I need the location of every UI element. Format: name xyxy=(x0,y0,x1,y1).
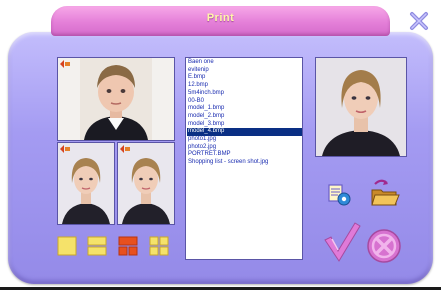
file-list-item[interactable]: photo2.jpg xyxy=(187,144,302,152)
printer-settings-button[interactable] xyxy=(326,181,352,207)
layout-single-button[interactable] xyxy=(57,236,77,256)
layout-four-button[interactable] xyxy=(149,236,169,256)
cancel-circle-icon xyxy=(367,229,401,263)
file-list-item[interactable]: Shopping list - screen shot.jpg xyxy=(187,159,302,167)
layout-four-icon xyxy=(149,236,169,256)
layout-three-icon xyxy=(118,236,138,256)
ok-button[interactable] xyxy=(322,220,362,262)
file-list[interactable]: Baen one evitenip E.bmp 12.bmp 5m4inch.b… xyxy=(185,57,303,260)
window-title: Print xyxy=(206,12,235,24)
print-preview-small-right[interactable] xyxy=(117,142,175,225)
file-list-item[interactable]: 00-B0 xyxy=(187,98,302,106)
woman-portrait-photo xyxy=(316,58,406,156)
woman-portrait-photo xyxy=(58,143,114,224)
file-list-item[interactable]: model_2.bmp xyxy=(187,113,302,121)
layout-single-icon xyxy=(57,236,77,256)
print-preview-small-left[interactable] xyxy=(57,142,115,225)
file-list-item[interactable]: 5m4inch.bmp xyxy=(187,90,302,98)
checkmark-icon xyxy=(324,222,361,262)
file-list-item[interactable]: Baen one xyxy=(187,59,302,67)
layout-two-rows-icon xyxy=(87,236,107,256)
print-preview-main[interactable] xyxy=(57,57,175,141)
file-list-item[interactable]: E.bmp xyxy=(187,74,302,82)
file-list-item[interactable]: model_1.bmp xyxy=(187,105,302,113)
layout-two-rows-button[interactable] xyxy=(87,236,107,256)
title-bar: Print xyxy=(51,6,428,36)
selected-file-preview xyxy=(315,57,407,157)
close-icon xyxy=(410,12,428,30)
cancel-button[interactable] xyxy=(366,228,402,264)
printer-mark-icon xyxy=(60,145,70,153)
close-button[interactable] xyxy=(408,10,430,32)
layout-three-button[interactable] xyxy=(118,236,138,256)
printer-mark-icon xyxy=(60,60,70,68)
file-list-item[interactable]: PORTRET.BMP xyxy=(187,151,302,159)
file-list-item[interactable]: photo1.jpg xyxy=(187,136,302,144)
woman-portrait-photo xyxy=(118,143,174,224)
file-list-item-selected[interactable]: model_4.bmp xyxy=(187,128,302,137)
printer-settings-icon xyxy=(328,184,351,206)
open-folder-button[interactable] xyxy=(369,178,401,208)
file-list-item[interactable]: 12.bmp xyxy=(187,82,302,90)
file-list-item[interactable]: model_3.bmp xyxy=(187,121,302,129)
file-list-item[interactable]: evitenip xyxy=(187,67,302,75)
child-portrait-photo xyxy=(58,58,174,140)
printer-mark-icon xyxy=(120,145,130,153)
open-folder-icon xyxy=(371,179,400,206)
